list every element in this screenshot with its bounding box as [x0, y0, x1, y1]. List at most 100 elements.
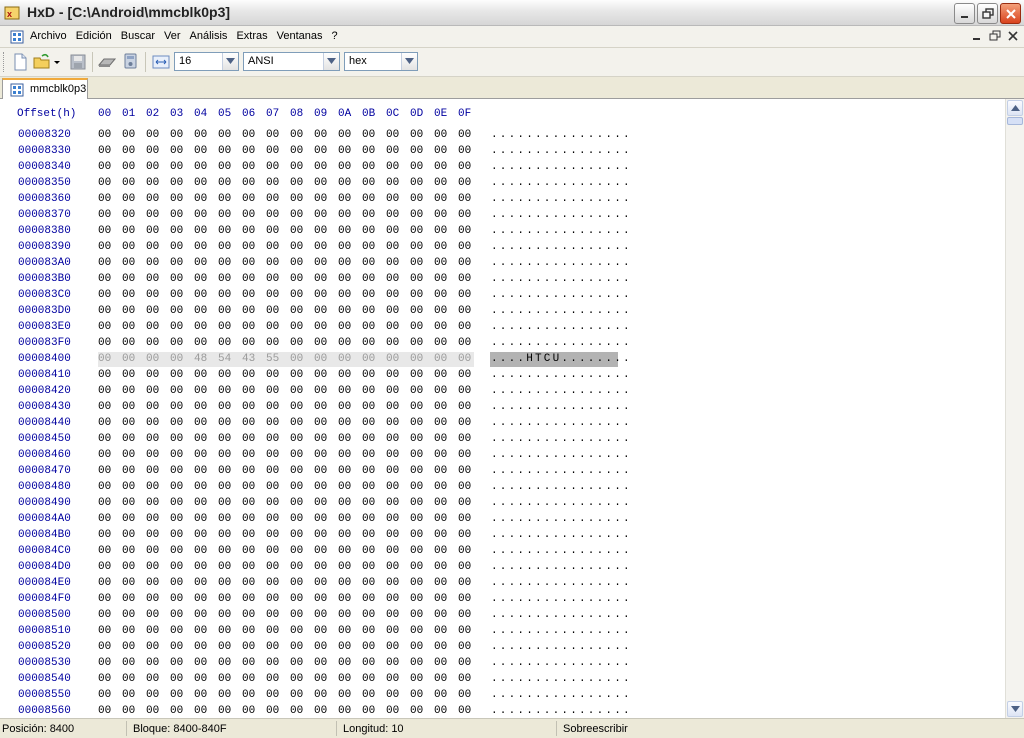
- hex-byte[interactable]: 00: [434, 321, 447, 333]
- hex-byte[interactable]: 00: [434, 545, 447, 557]
- hex-byte[interactable]: 00: [410, 417, 423, 429]
- hex-byte[interactable]: 00: [434, 209, 447, 221]
- ascii-text[interactable]: ................: [491, 305, 632, 317]
- hex-byte[interactable]: 00: [98, 289, 111, 301]
- toolbar-grip[interactable]: [3, 52, 7, 72]
- hex-byte[interactable]: 00: [194, 673, 207, 685]
- hex-byte[interactable]: 00: [122, 401, 135, 413]
- hex-byte[interactable]: 00: [290, 705, 303, 717]
- hex-byte[interactable]: 00: [434, 417, 447, 429]
- hex-byte[interactable]: 00: [242, 433, 255, 445]
- hex-byte[interactable]: 00: [290, 577, 303, 589]
- hex-byte[interactable]: 00: [410, 561, 423, 573]
- hex-byte[interactable]: 00: [242, 657, 255, 669]
- hex-byte[interactable]: 00: [218, 177, 231, 189]
- hex-row[interactable]: 000083F0 00 00 00 00 00 00 00 00 00 00 00 00 00 00 00 00…: [0, 336, 1005, 352]
- hex-byte[interactable]: 00: [362, 561, 375, 573]
- hex-byte[interactable]: 00: [170, 273, 183, 285]
- hex-byte[interactable]: 00: [242, 257, 255, 269]
- hex-byte[interactable]: 00: [362, 369, 375, 381]
- hex-byte[interactable]: 00: [98, 481, 111, 493]
- hex-byte[interactable]: 00: [146, 577, 159, 589]
- hex-byte[interactable]: 00: [290, 609, 303, 621]
- hex-byte[interactable]: 00: [122, 161, 135, 173]
- hex-byte[interactable]: 00: [362, 705, 375, 717]
- hex-byte[interactable]: 00: [122, 689, 135, 701]
- hex-byte[interactable]: 00: [218, 161, 231, 173]
- hex-byte[interactable]: 00: [362, 577, 375, 589]
- hex-byte[interactable]: 00: [338, 593, 351, 605]
- offset-base-select[interactable]: hex: [344, 52, 418, 71]
- hex-byte[interactable]: 00: [314, 209, 327, 221]
- hex-byte[interactable]: 00: [434, 689, 447, 701]
- hex-byte[interactable]: 00: [122, 289, 135, 301]
- hex-byte[interactable]: 00: [146, 209, 159, 221]
- hex-row[interactable]: 000084A0 00 00 00 00 00 00 00 00 00 00 00 00 00 00 00 00…: [0, 512, 1005, 528]
- hex-editor-view[interactable]: Offset(h) 00 01 02 03 04 05 06 07 08 09 0A 0B 0C 0D 0E…: [0, 99, 1005, 718]
- hex-byte[interactable]: 00: [314, 337, 327, 349]
- hex-byte[interactable]: 00: [314, 257, 327, 269]
- hex-byte[interactable]: 00: [242, 625, 255, 637]
- hex-byte[interactable]: 00: [170, 241, 183, 253]
- hex-byte[interactable]: 00: [266, 641, 279, 653]
- hex-byte[interactable]: 00: [362, 545, 375, 557]
- hex-byte[interactable]: 00: [266, 657, 279, 669]
- hex-byte[interactable]: 00: [314, 145, 327, 157]
- hex-row[interactable]: 00008560 00 00 00 00 00 00 00 00 00 00 00 00 00 00 00 00…: [0, 704, 1005, 718]
- hex-byte[interactable]: 00: [242, 385, 255, 397]
- hex-byte[interactable]: 00: [98, 625, 111, 637]
- hex-byte[interactable]: 00: [194, 177, 207, 189]
- hex-byte[interactable]: 00: [362, 145, 375, 157]
- hex-byte[interactable]: 00: [146, 545, 159, 557]
- hex-byte[interactable]: 00: [458, 257, 471, 269]
- hex-byte[interactable]: 00: [218, 145, 231, 157]
- hex-byte[interactable]: 00: [170, 401, 183, 413]
- hex-byte[interactable]: 00: [122, 577, 135, 589]
- hex-byte[interactable]: 00: [218, 209, 231, 221]
- hex-byte[interactable]: 00: [410, 513, 423, 525]
- hex-row[interactable]: 000084F0 00 00 00 00 00 00 00 00 00 00 00 00 00 00 00 00…: [0, 592, 1005, 608]
- hex-byte[interactable]: 00: [386, 401, 399, 413]
- hex-byte[interactable]: 00: [410, 433, 423, 445]
- hex-byte[interactable]: 00: [434, 289, 447, 301]
- restore-button[interactable]: [977, 3, 998, 24]
- hex-byte[interactable]: 00: [290, 433, 303, 445]
- hex-byte[interactable]: 00: [290, 257, 303, 269]
- hex-byte[interactable]: 00: [266, 609, 279, 621]
- hex-byte[interactable]: 00: [146, 321, 159, 333]
- hex-byte[interactable]: 00: [266, 561, 279, 573]
- hex-byte[interactable]: 00: [170, 529, 183, 541]
- hex-byte[interactable]: 00: [218, 417, 231, 429]
- hex-byte[interactable]: 00: [386, 369, 399, 381]
- hex-byte[interactable]: 00: [410, 609, 423, 621]
- hex-byte[interactable]: 00: [218, 657, 231, 669]
- hex-row[interactable]: 00008390 00 00 00 00 00 00 00 00 00 00 00 00 00 00 00 00…: [0, 240, 1005, 256]
- hex-byte[interactable]: 00: [194, 145, 207, 157]
- hex-byte[interactable]: 00: [146, 689, 159, 701]
- menu-item[interactable]: Archivo: [30, 30, 67, 42]
- hex-byte[interactable]: 00: [362, 161, 375, 173]
- hex-byte[interactable]: 00: [314, 449, 327, 461]
- hex-byte[interactable]: 00: [290, 529, 303, 541]
- hex-byte[interactable]: 00: [98, 401, 111, 413]
- hex-byte[interactable]: 00: [98, 689, 111, 701]
- hex-byte[interactable]: 00: [338, 385, 351, 397]
- hex-row[interactable]: 00008510 00 00 00 00 00 00 00 00 00 00 00 00 00 00 00 00…: [0, 624, 1005, 640]
- ascii-text[interactable]: ................: [491, 161, 632, 173]
- hex-byte[interactable]: 00: [242, 289, 255, 301]
- hex-byte[interactable]: 00: [218, 257, 231, 269]
- hex-byte[interactable]: 00: [386, 609, 399, 621]
- hex-byte[interactable]: 00: [122, 593, 135, 605]
- hex-byte[interactable]: 00: [290, 305, 303, 317]
- hex-byte[interactable]: 00: [194, 449, 207, 461]
- hex-byte[interactable]: 00: [242, 337, 255, 349]
- hex-byte[interactable]: 00: [146, 177, 159, 189]
- ascii-text[interactable]: ................: [491, 401, 632, 413]
- hex-byte[interactable]: 00: [410, 337, 423, 349]
- hex-byte[interactable]: 00: [242, 401, 255, 413]
- hex-byte[interactable]: 00: [98, 529, 111, 541]
- hex-byte[interactable]: 00: [170, 593, 183, 605]
- hex-byte[interactable]: 00: [386, 561, 399, 573]
- hex-byte[interactable]: 00: [122, 257, 135, 269]
- hex-byte[interactable]: 00: [314, 193, 327, 205]
